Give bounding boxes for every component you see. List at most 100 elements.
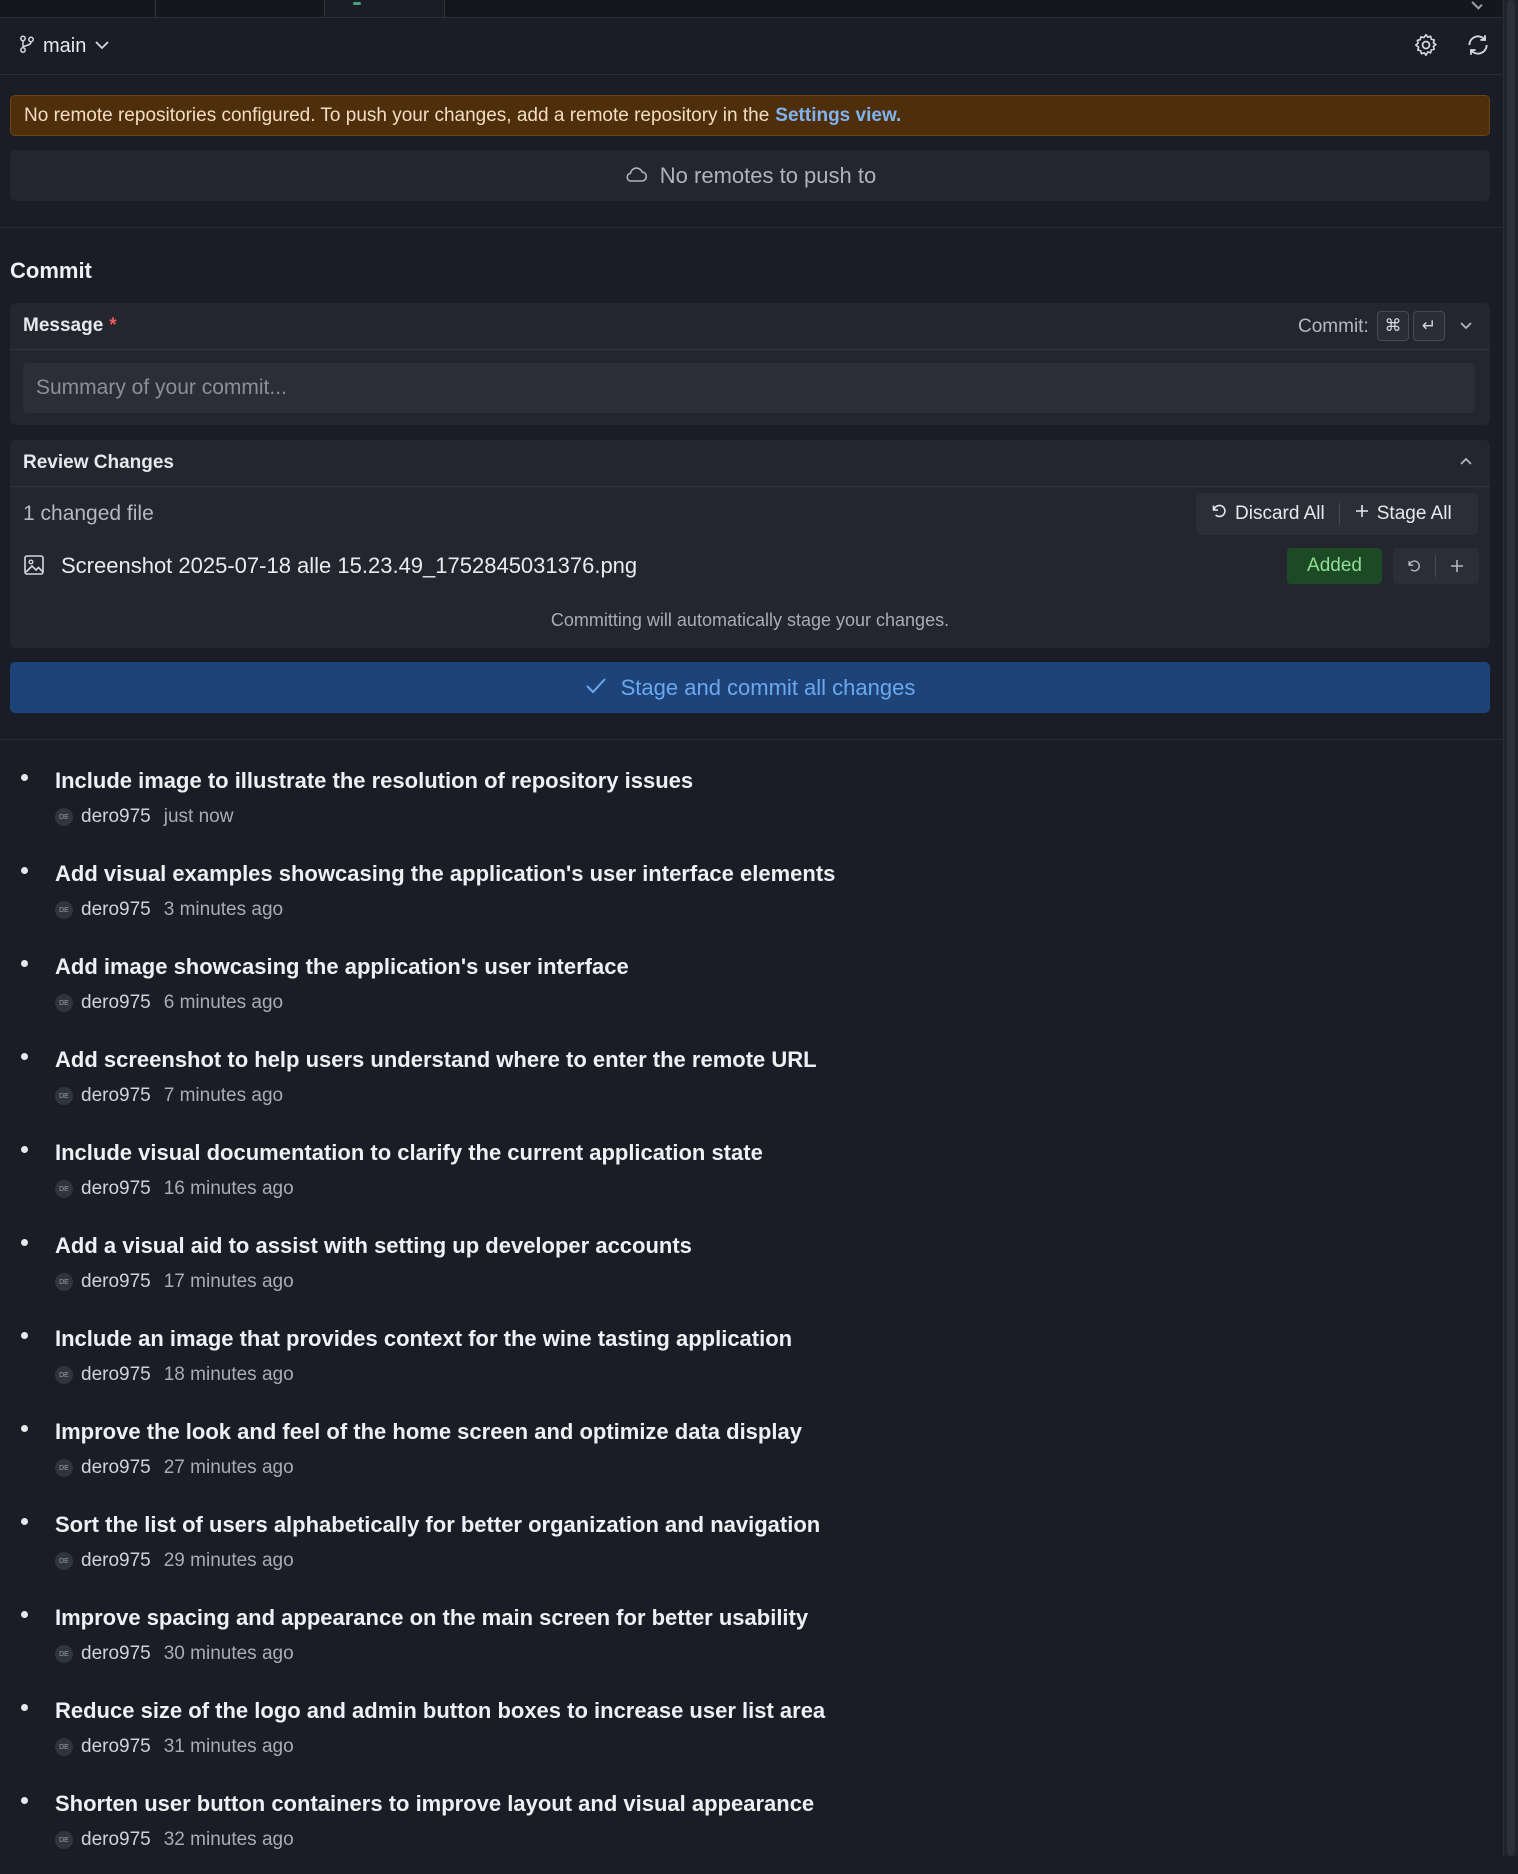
commit-message-panel: Message * Commit: ⌘ ↵	[10, 303, 1490, 425]
plus-icon	[1354, 503, 1370, 525]
chevron-up-icon[interactable]	[1458, 454, 1474, 475]
stage-and-commit-button[interactable]: Stage and commit all changes	[10, 662, 1490, 713]
commit-title[interactable]: Include visual documentation to clarify …	[55, 1140, 763, 1166]
commit-item[interactable]: Shorten user button containers to improv…	[0, 1781, 1502, 1874]
commit-options-chevron-icon[interactable]	[1458, 317, 1474, 338]
tab-strip	[0, 0, 1502, 18]
commit-time: 7 minutes ago	[163, 1085, 284, 1106]
bullet	[21, 1239, 28, 1246]
avatar: DE	[55, 1087, 73, 1105]
stage-and-commit-label: Stage and commit all changes	[620, 674, 916, 700]
required-mark: *	[109, 315, 117, 336]
commit-item[interactable]: Improve the look and feel of the home sc…	[0, 1409, 1502, 1502]
commit-author: dero975	[81, 1457, 151, 1478]
avatar: DE	[55, 994, 73, 1012]
review-changes-panel: Review Changes 1 changed file Discard Al…	[10, 440, 1490, 648]
tab-1[interactable]	[0, 0, 156, 17]
commit-title[interactable]: Add a visual aid to assist with setting …	[55, 1233, 692, 1259]
push-button[interactable]: No remotes to push to	[10, 150, 1490, 201]
warning-text: No remote repositories configured. To pu…	[24, 104, 770, 126]
bullet	[21, 774, 28, 781]
commit-author: dero975	[81, 1271, 151, 1292]
commit-title[interactable]: Include an image that provides context f…	[55, 1326, 792, 1352]
avatar: DE	[55, 1273, 73, 1291]
avatar: DE	[55, 1738, 73, 1756]
avatar: DE	[55, 1645, 73, 1663]
commit-title[interactable]: Add screenshot to help users understand …	[55, 1047, 817, 1073]
commit-title[interactable]: Improve the look and feel of the home sc…	[55, 1419, 802, 1445]
commit-message-header: Message * Commit: ⌘ ↵	[10, 303, 1490, 350]
commit-time: 32 minutes ago	[163, 1829, 294, 1850]
stage-all-button[interactable]: Stage All	[1340, 493, 1466, 535]
tab-overflow-icon[interactable]	[1471, 0, 1483, 10]
commit-title[interactable]: Improve spacing and appearance on the ma…	[55, 1605, 808, 1631]
commit-author: dero975	[81, 1085, 151, 1106]
check-icon	[585, 675, 607, 701]
bullet	[21, 867, 28, 874]
branch-selector[interactable]: main	[19, 32, 110, 60]
commit-title[interactable]: Include image to illustrate the resoluti…	[55, 768, 693, 794]
commit-meta: DE dero975 3 minutes ago	[55, 899, 283, 921]
scrollbar-thumb[interactable]	[1507, 0, 1515, 1856]
commit-item[interactable]: Sort the list of users alphabetically fo…	[0, 1502, 1502, 1595]
commit-title[interactable]: Add image showcasing the application's u…	[55, 954, 629, 980]
scrollbar[interactable]	[1503, 0, 1518, 1856]
avatar: DE	[55, 1831, 73, 1849]
bullet	[21, 1704, 28, 1711]
tab-git[interactable]	[325, 0, 445, 17]
discard-all-button[interactable]: Discard All	[1196, 493, 1339, 535]
commit-message-input[interactable]	[23, 363, 1475, 413]
commit-item[interactable]: Improve spacing and appearance on the ma…	[0, 1595, 1502, 1688]
image-file-icon	[23, 554, 45, 581]
avatar: DE	[55, 1459, 73, 1477]
bulk-actions: Discard All Stage All	[1196, 493, 1478, 535]
tab-2[interactable]	[156, 0, 325, 17]
avatar: DE	[55, 1552, 73, 1570]
commit-item[interactable]: Include image to illustrate the resoluti…	[0, 758, 1502, 851]
command-key-icon: ⌘	[1377, 311, 1409, 341]
review-changes-header[interactable]: Review Changes	[10, 440, 1490, 487]
file-status-badge: Added	[1287, 548, 1382, 584]
commit-time: 3 minutes ago	[163, 899, 284, 920]
stage-file-icon[interactable]	[1436, 548, 1478, 584]
refresh-icon[interactable]	[1463, 30, 1493, 60]
commit-meta: DE dero975 18 minutes ago	[55, 1364, 294, 1386]
bullet	[21, 960, 28, 967]
bullet	[21, 1053, 28, 1060]
settings-view-link[interactable]: Settings view.	[775, 105, 901, 127]
message-label: Message *	[23, 315, 117, 336]
commit-title[interactable]: Shorten user button containers to improv…	[55, 1791, 814, 1817]
commit-author: dero975	[81, 1736, 151, 1757]
commit-item[interactable]: Include an image that provides context f…	[0, 1316, 1502, 1409]
commit-author: dero975	[81, 1364, 151, 1385]
discard-file-icon[interactable]	[1393, 548, 1435, 584]
commit-title[interactable]: Reduce size of the logo and admin button…	[55, 1698, 825, 1724]
avatar: DE	[55, 808, 73, 826]
commit-author: dero975	[81, 899, 151, 920]
commit-meta: DE dero975 7 minutes ago	[55, 1085, 283, 1107]
commit-meta: DE dero975 30 minutes ago	[55, 1643, 294, 1665]
settings-gear-icon[interactable]	[1411, 30, 1441, 60]
commit-meta: DE dero975 just now	[55, 806, 233, 828]
commit-title[interactable]: Add visual examples showcasing the appli…	[55, 861, 835, 887]
changed-file-row[interactable]: Screenshot 2025-07-18 alle 15.23.49_1752…	[23, 544, 1479, 588]
bullet	[21, 1146, 28, 1153]
divider	[0, 227, 1502, 228]
bullet	[21, 1518, 28, 1525]
commit-author: dero975	[81, 1178, 151, 1199]
commit-meta: DE dero975 16 minutes ago	[55, 1178, 294, 1200]
push-button-label: No remotes to push to	[659, 162, 877, 188]
commit-item[interactable]: Add image showcasing the application's u…	[0, 944, 1502, 1037]
commit-meta: DE dero975 27 minutes ago	[55, 1457, 294, 1479]
divider	[0, 739, 1502, 740]
commit-item[interactable]: Reduce size of the logo and admin button…	[0, 1688, 1502, 1781]
changed-file-count: 1 changed file	[23, 502, 154, 525]
commit-item[interactable]: Add screenshot to help users understand …	[0, 1037, 1502, 1130]
commit-meta: DE dero975 29 minutes ago	[55, 1550, 294, 1572]
commit-item[interactable]: Add visual examples showcasing the appli…	[0, 851, 1502, 944]
commit-item[interactable]: Add a visual aid to assist with setting …	[0, 1223, 1502, 1316]
commit-title[interactable]: Sort the list of users alphabetically fo…	[55, 1512, 820, 1538]
commit-time: 27 minutes ago	[163, 1457, 294, 1478]
commit-author: dero975	[81, 1643, 151, 1664]
commit-item[interactable]: Include visual documentation to clarify …	[0, 1130, 1502, 1223]
